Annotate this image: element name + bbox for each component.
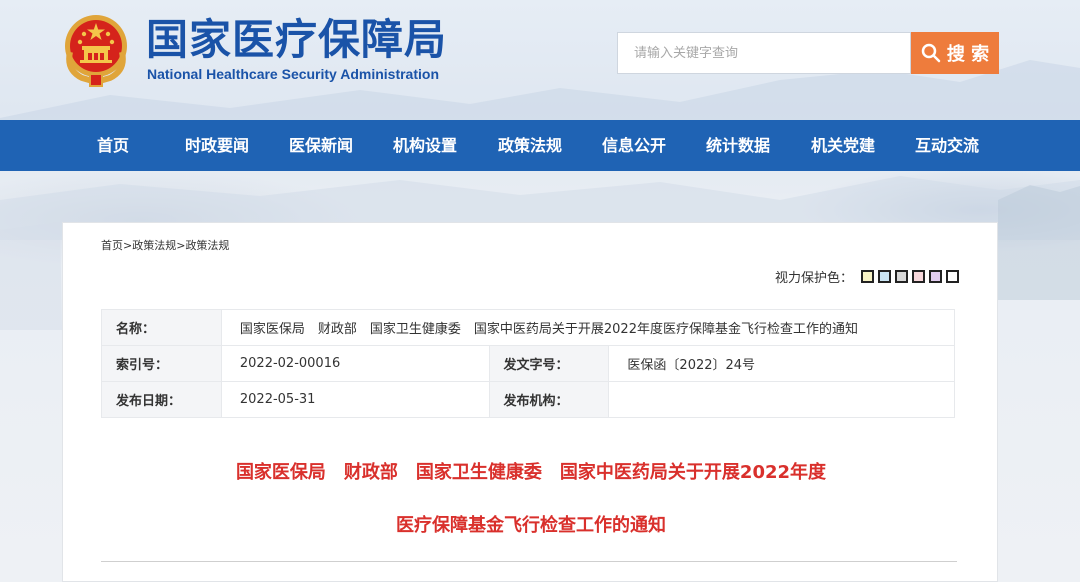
table-row: 发布日期： 2022-05-31 发布机构： bbox=[101, 381, 955, 418]
site-name-english: National Healthcare Security Administrat… bbox=[147, 66, 439, 82]
divider bbox=[101, 561, 957, 562]
search-button[interactable]: 搜 索 bbox=[911, 32, 999, 74]
nav-item-party-building[interactable]: 机关党建 bbox=[811, 120, 875, 171]
site-name: 国家医疗保障局 bbox=[146, 15, 448, 64]
document-title-line-1: 国家医保局 财政部 国家卫生健康委 国家中医药局关于开展2022年度 bbox=[235, 462, 827, 483]
breadcrumb-separator: > bbox=[123, 239, 133, 252]
breadcrumb-current[interactable]: 政策法规 bbox=[185, 239, 229, 252]
document-number-label: 发文字号： bbox=[488, 345, 610, 382]
search-input[interactable] bbox=[617, 32, 911, 74]
color-swatch-blue[interactable] bbox=[878, 270, 891, 283]
color-swatch-yellow[interactable] bbox=[861, 270, 874, 283]
publishing-agency-label: 发布机构： bbox=[488, 381, 610, 418]
vision-protection-colors: 视力保护色： bbox=[775, 267, 959, 286]
document-metadata-table: 名称： 国家医保局 财政部 国家卫生健康委 国家中医药局关于开展2022年度医疗… bbox=[101, 309, 956, 418]
national-emblem-logo bbox=[65, 15, 127, 87]
color-swatch-purple[interactable] bbox=[929, 270, 942, 283]
main-nav: 首页 时政要闻 医保新闻 机构设置 政策法规 信息公开 统计数据 机关党建 互动… bbox=[0, 120, 1080, 171]
nav-item-organization[interactable]: 机构设置 bbox=[393, 120, 457, 171]
publishing-agency-value bbox=[608, 381, 955, 418]
color-swatch-gray[interactable] bbox=[895, 270, 908, 283]
index-number-value: 2022-02-00016 bbox=[220, 345, 490, 382]
nav-item-policies[interactable]: 政策法规 bbox=[498, 120, 562, 171]
color-swatch-pink[interactable] bbox=[912, 270, 925, 283]
table-row: 索引号： 2022-02-00016 发文字号： 医保函〔2022〕24号 bbox=[101, 345, 955, 382]
nav-item-info-disclosure[interactable]: 信息公开 bbox=[602, 120, 666, 171]
name-value: 国家医保局 财政部 国家卫生健康委 国家中医药局关于开展2022年度医疗保障基金… bbox=[220, 309, 956, 346]
index-number-label: 索引号： bbox=[101, 345, 222, 382]
breadcrumb: 首页>政策法规>政策法规 bbox=[101, 237, 229, 253]
breadcrumb-policies[interactable]: 政策法规 bbox=[132, 239, 176, 252]
nav-item-home[interactable]: 首页 bbox=[97, 120, 129, 171]
color-swatch-white[interactable] bbox=[946, 270, 959, 283]
search-icon bbox=[921, 43, 941, 63]
document-title-line-2: 医疗保障基金飞行检查工作的通知 bbox=[396, 515, 666, 536]
breadcrumb-home[interactable]: 首页 bbox=[101, 239, 123, 252]
publish-date-value: 2022-05-31 bbox=[220, 381, 490, 418]
table-row: 名称： 国家医保局 财政部 国家卫生健康委 国家中医药局关于开展2022年度医疗… bbox=[101, 309, 956, 346]
nav-item-current-affairs[interactable]: 时政要闻 bbox=[185, 120, 249, 171]
document-number-value: 医保函〔2022〕24号 bbox=[608, 345, 955, 382]
nav-item-statistics[interactable]: 统计数据 bbox=[706, 120, 770, 171]
content-panel: 首页>政策法规>政策法规 视力保护色： 名称： 国家医保局 财政部 国家卫生健康… bbox=[62, 222, 998, 582]
nav-item-interaction[interactable]: 互动交流 bbox=[915, 120, 979, 171]
vision-protection-label: 视力保护色： bbox=[774, 271, 853, 286]
nav-item-healthcare-news[interactable]: 医保新闻 bbox=[289, 120, 353, 171]
publish-date-label: 发布日期： bbox=[101, 381, 222, 418]
name-label: 名称： bbox=[101, 309, 222, 346]
search-button-label: 搜 索 bbox=[946, 44, 990, 65]
